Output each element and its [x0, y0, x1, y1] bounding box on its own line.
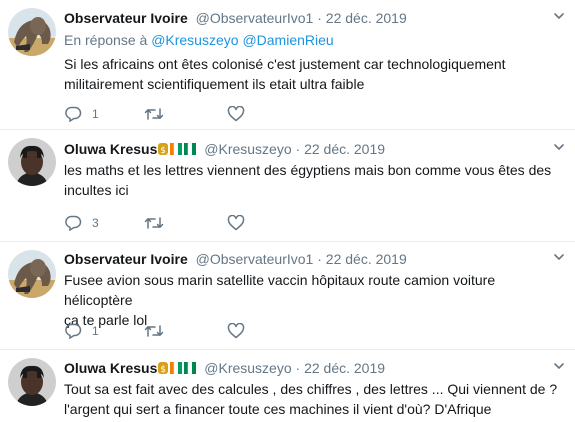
like-button[interactable]	[227, 321, 255, 341]
avatar-observateur-ivoire[interactable]	[8, 8, 56, 56]
avatar-oluwa-kresus[interactable]	[8, 138, 56, 186]
like-button[interactable]	[227, 213, 255, 233]
tweet-date[interactable]: 22 déc. 2019	[326, 10, 407, 26]
tweet-date[interactable]: 22 déc. 2019	[304, 360, 385, 376]
tweet-actions: 1	[64, 321, 264, 341]
reply-button[interactable]: 1	[64, 104, 99, 124]
tweet-date[interactable]: 22 déc. 2019	[326, 251, 407, 267]
tweet-actions: 1	[64, 104, 264, 124]
author-name[interactable]: Oluwa Kresus	[64, 360, 157, 376]
chevron-down-icon[interactable]	[553, 251, 565, 263]
svg-text:$: $	[161, 146, 167, 156]
author-handle[interactable]: @ObservateurIvo1	[196, 10, 314, 26]
tweet-header: Observateur Ivoire @ObservateurIvo1 · 22…	[64, 249, 407, 269]
name-emoji-flags: $	[158, 141, 197, 161]
reply-context: En réponse à @Kresuszeyo @DamienRieu	[64, 30, 334, 50]
reply-count: 1	[92, 107, 99, 121]
author-name[interactable]: Observateur Ivoire	[64, 10, 188, 26]
tweet-date[interactable]: 22 déc. 2019	[304, 141, 385, 157]
separator: ·	[295, 141, 301, 157]
tweet-text: Tout sa est fait avec des calcules , des…	[64, 379, 566, 419]
tweet-text-line: incultes ici	[64, 182, 129, 198]
reply-icon	[65, 106, 82, 122]
tweet-2[interactable]: Oluwa Kresus $ @Kresuszeyo · 22 déc. 2019…	[0, 130, 575, 241]
reply-count: 3	[92, 216, 99, 230]
reply-button[interactable]: 1	[64, 321, 99, 341]
retweet-icon	[144, 217, 164, 229]
separator: ·	[295, 360, 301, 376]
reply-icon	[65, 323, 82, 339]
reply-count: 1	[92, 324, 99, 338]
avatar-observateur-ivoire[interactable]	[8, 250, 56, 298]
chevron-down-icon[interactable]	[553, 141, 565, 153]
retweet-icon	[144, 108, 164, 120]
author-handle[interactable]: @Kresuszeyo	[204, 141, 291, 157]
retweet-button[interactable]	[144, 321, 174, 341]
tweet-header: Oluwa Kresus $ @Kresuszeyo · 22 déc. 2019	[64, 139, 385, 159]
tweet-text-line: les maths et les lettres viennent des ég…	[64, 162, 552, 178]
tweet-text-line: l'argent qui sert a financer toute ces m…	[64, 401, 492, 417]
tweet-text-line: Fusee avion sous marin satellite vaccin …	[64, 272, 496, 308]
chevron-down-icon[interactable]	[553, 360, 565, 372]
tweet-4[interactable]: Oluwa Kresus $ @Kresuszeyo · 22 déc. 2019…	[0, 350, 575, 422]
heart-icon	[227, 106, 245, 122]
heart-icon	[227, 215, 245, 231]
reply-icon	[65, 215, 82, 231]
separator: ·	[317, 251, 322, 267]
tweet-text-line: militairement scientifiquement ils etait…	[64, 76, 365, 92]
avatar-oluwa-kresus[interactable]	[8, 358, 56, 406]
reply-user-link[interactable]: @Kresuszeyo	[151, 32, 238, 48]
tweet-text: les maths et les lettres viennent des ég…	[64, 160, 566, 200]
reply-button[interactable]: 3	[64, 213, 99, 233]
tweet-text-line: Si les africains ont êtes colonisé c'est…	[64, 56, 506, 72]
tweet-text-line: Tout sa est fait avec des calcules , des…	[64, 381, 558, 397]
author-handle[interactable]: @Kresuszeyo	[204, 360, 291, 376]
separator: ·	[317, 10, 322, 26]
name-emoji-flags: $	[158, 360, 197, 380]
author-name[interactable]: Observateur Ivoire	[64, 251, 188, 267]
retweet-button[interactable]	[144, 104, 174, 124]
chevron-down-icon[interactable]	[553, 10, 565, 22]
tweet-header: Observateur Ivoire @ObservateurIvo1 · 22…	[64, 8, 407, 28]
reply-prefix: En réponse à	[64, 32, 148, 48]
tweet-1[interactable]: Observateur Ivoire @ObservateurIvo1 · 22…	[0, 0, 575, 129]
svg-text:$: $	[161, 365, 167, 375]
retweet-icon	[144, 325, 164, 337]
tweet-header: Oluwa Kresus $ @Kresuszeyo · 22 déc. 2019	[64, 358, 385, 378]
author-name[interactable]: Oluwa Kresus	[64, 141, 157, 157]
like-button[interactable]	[227, 104, 255, 124]
tweet-text: Si les africains ont êtes colonisé c'est…	[64, 54, 566, 94]
heart-icon	[227, 323, 245, 339]
retweet-button[interactable]	[144, 213, 174, 233]
reply-user-link[interactable]: @DamienRieu	[242, 32, 333, 48]
tweet-3[interactable]: Observateur Ivoire @ObservateurIvo1 · 22…	[0, 242, 575, 349]
tweet-actions: 3	[64, 213, 264, 233]
author-handle[interactable]: @ObservateurIvo1	[196, 251, 314, 267]
